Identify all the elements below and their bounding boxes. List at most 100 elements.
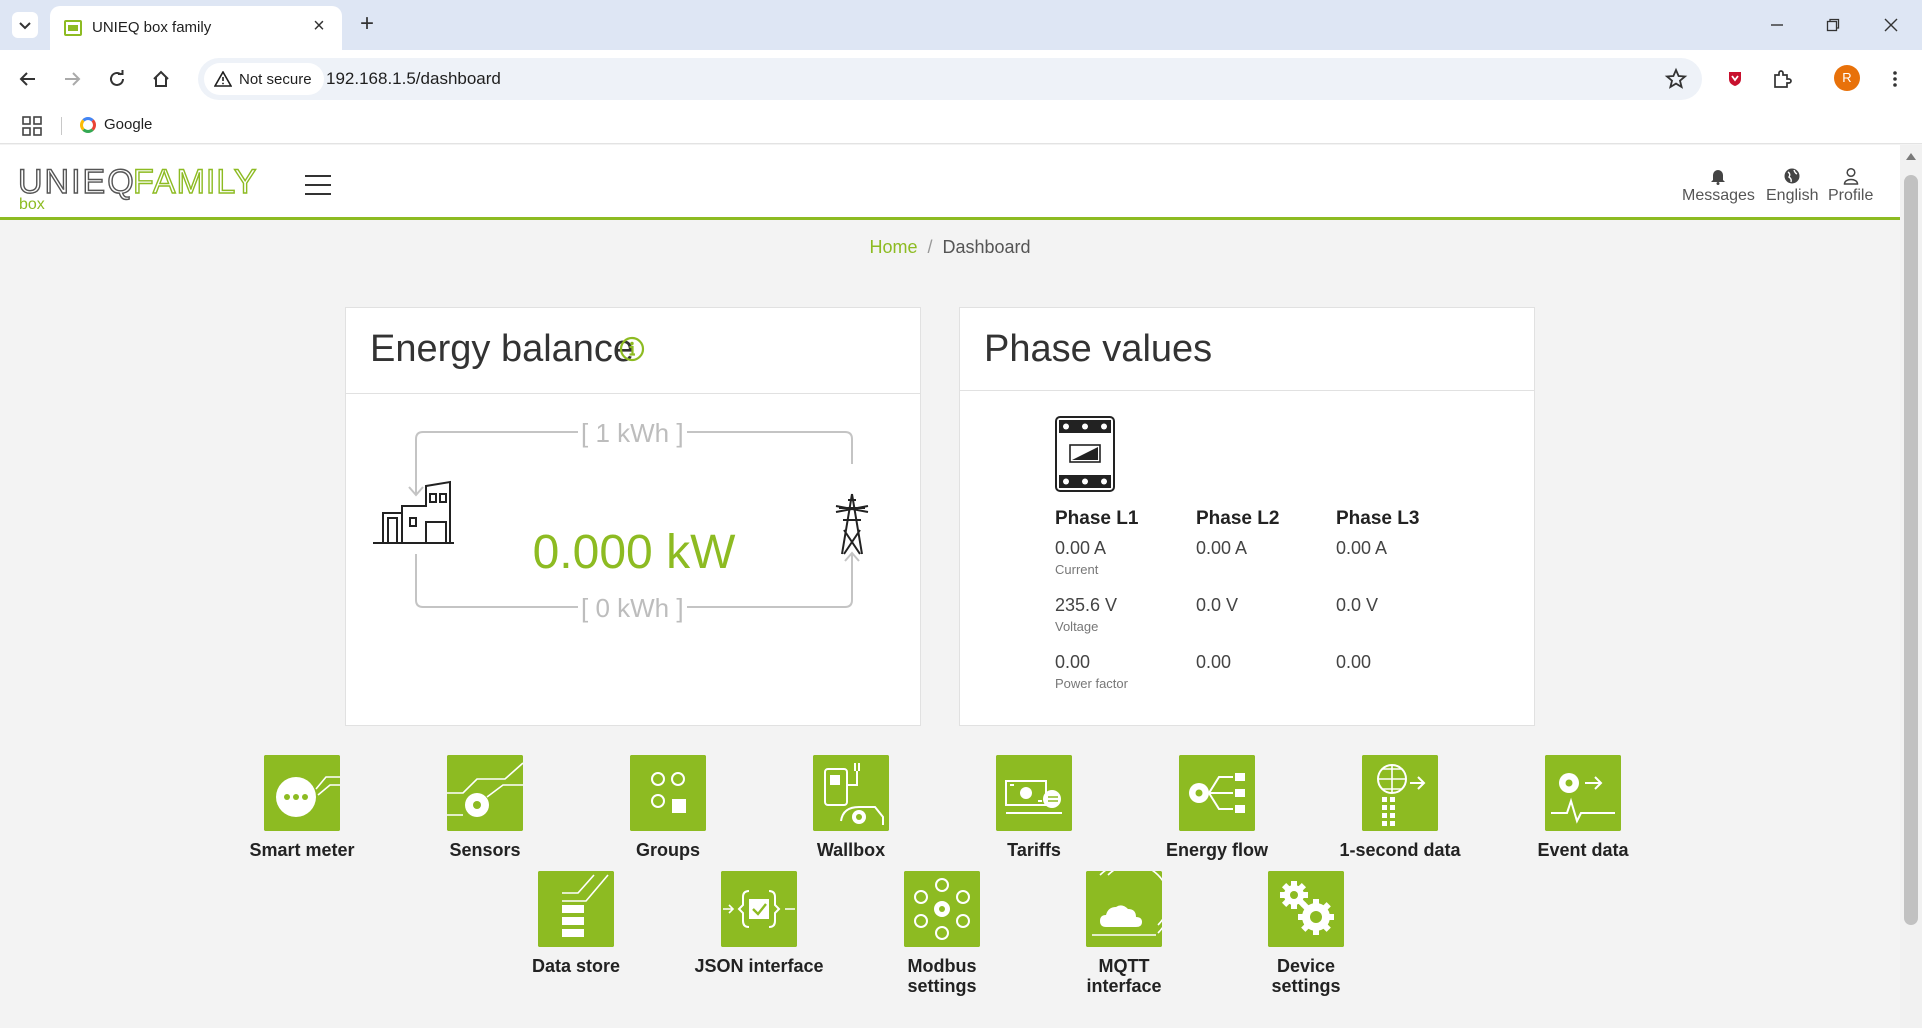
energy-flow-icon bbox=[1179, 755, 1255, 831]
tile-smart-meter[interactable]: Smart meter bbox=[212, 755, 392, 860]
security-label: Not secure bbox=[239, 70, 312, 88]
scroll-up-arrow-icon[interactable] bbox=[1906, 153, 1916, 160]
device-settings-icon bbox=[1268, 871, 1344, 947]
tile-device-settings[interactable]: Device settings bbox=[1216, 871, 1396, 996]
tile-sensors[interactable]: Sensors bbox=[395, 755, 575, 860]
back-button[interactable] bbox=[13, 64, 43, 94]
tile-json-interface[interactable]: JSON interface bbox=[669, 871, 849, 976]
phase-l2-heading: Phase L2 bbox=[1196, 508, 1280, 529]
breadcrumb-home[interactable]: Home bbox=[869, 237, 917, 257]
browser-tab[interactable]: UNIEQ box family × bbox=[50, 6, 342, 50]
extension-shield-button[interactable] bbox=[1720, 64, 1750, 94]
logo-word-family: FAMILY bbox=[133, 163, 257, 201]
phase-l2-power-factor: 0.00 bbox=[1196, 652, 1232, 672]
browser-toolbar: Not secure 192.168.1.5/dashboard R bbox=[0, 50, 1922, 108]
security-chip[interactable]: Not secure bbox=[204, 63, 324, 95]
tile-label: Device settings bbox=[1271, 956, 1341, 996]
tile-groups[interactable]: Groups bbox=[578, 755, 758, 860]
energy-balance-card: Energy balance [ 1 kWh ] [ 0 kWh ] 0.000… bbox=[345, 307, 921, 726]
info-icon[interactable] bbox=[618, 335, 646, 363]
reload-button[interactable] bbox=[102, 64, 132, 94]
profile-button[interactable]: Profile bbox=[1828, 167, 1873, 205]
tile-one-second-data[interactable]: 1-second data bbox=[1310, 755, 1490, 860]
extensions-button[interactable] bbox=[1767, 64, 1797, 94]
new-tab-button[interactable]: + bbox=[354, 12, 380, 38]
tile-mqtt-interface[interactable]: MQTT interface bbox=[1034, 871, 1214, 996]
phase-l2-column: Phase L2 0.00 A 0.0 V 0.00 bbox=[1196, 508, 1336, 674]
app-page: UNIEQ FAMILY box Messages English Profil… bbox=[0, 145, 1900, 1028]
tile-label: Sensors bbox=[449, 840, 521, 860]
minimize-window-button[interactable] bbox=[1762, 10, 1792, 40]
phase-values-title: Phase values bbox=[984, 328, 1213, 370]
restore-icon bbox=[1826, 18, 1840, 32]
tile-label: Smart meter bbox=[249, 840, 355, 860]
close-icon bbox=[1884, 18, 1898, 32]
phase-l1-heading: Phase L1 bbox=[1055, 508, 1139, 529]
close-tab-icon[interactable]: × bbox=[308, 16, 330, 38]
puzzle-icon bbox=[1774, 70, 1792, 88]
url-text[interactable]: 192.168.1.5/dashboard bbox=[326, 69, 501, 89]
phase-l2-current: 0.00 A bbox=[1196, 538, 1248, 558]
current-label: Current bbox=[1055, 562, 1099, 577]
tile-tariffs[interactable]: Tariffs bbox=[944, 755, 1124, 860]
arrow-left-icon bbox=[19, 72, 35, 86]
one-second-data-icon bbox=[1362, 755, 1438, 831]
tile-wallbox[interactable]: Wallbox bbox=[761, 755, 941, 860]
import-energy-label: [ 1 kWh ] bbox=[578, 418, 687, 449]
tile-modbus-settings[interactable]: Modbus settings bbox=[852, 871, 1032, 996]
bookmark-google[interactable]: Google bbox=[80, 116, 152, 133]
bookmark-google-label: Google bbox=[104, 116, 153, 133]
address-bar[interactable]: Not secure 192.168.1.5/dashboard bbox=[198, 58, 1702, 100]
smart-meter-icon bbox=[264, 755, 340, 831]
energy-balance-header: Energy balance bbox=[346, 308, 920, 394]
data-store-icon bbox=[538, 871, 614, 947]
hamburger-menu-button[interactable] bbox=[305, 175, 331, 195]
forward-button[interactable] bbox=[57, 64, 87, 94]
app-header: UNIEQ FAMILY box Messages English Profil… bbox=[0, 145, 1900, 220]
phase-l1-voltage: 235.6 V bbox=[1055, 595, 1118, 615]
phase-l1-column: Phase L1 0.00 A Current 235.6 V Voltage … bbox=[1055, 508, 1195, 709]
phase-l2-voltage: 0.0 V bbox=[1196, 595, 1239, 615]
close-window-button[interactable] bbox=[1876, 10, 1906, 40]
tile-label: JSON interface bbox=[694, 956, 824, 976]
wallbox-icon bbox=[813, 755, 889, 831]
shield-extension-icon bbox=[1729, 72, 1741, 86]
minimize-icon bbox=[1771, 24, 1783, 26]
bookmark-star-icon[interactable] bbox=[1664, 67, 1688, 91]
tile-label: Data store bbox=[531, 956, 621, 976]
globe-icon bbox=[1784, 168, 1800, 184]
browser-menu-button[interactable] bbox=[1880, 64, 1910, 94]
page-scrollbar[interactable] bbox=[1900, 145, 1922, 1028]
apps-grid-icon[interactable] bbox=[22, 116, 42, 136]
breadcrumb-separator: / bbox=[927, 237, 933, 257]
user-icon bbox=[1843, 167, 1858, 185]
scroll-thumb[interactable] bbox=[1904, 175, 1918, 925]
tile-label: Wallbox bbox=[816, 840, 886, 860]
tab-search-button[interactable] bbox=[12, 12, 38, 38]
messages-button[interactable]: Messages bbox=[1682, 167, 1755, 205]
kebab-menu-icon bbox=[1893, 71, 1897, 87]
profile-avatar[interactable]: R bbox=[1834, 65, 1860, 91]
phase-l1-power-factor: 0.00 bbox=[1055, 652, 1091, 672]
home-button[interactable] bbox=[146, 64, 176, 94]
restore-window-button[interactable] bbox=[1818, 10, 1848, 40]
unieq-family-logo[interactable]: UNIEQ FAMILY box bbox=[18, 159, 268, 209]
language-button[interactable]: English bbox=[1766, 167, 1818, 205]
power-factor-label: Power factor bbox=[1055, 676, 1128, 691]
tile-event-data[interactable]: Event data bbox=[1493, 755, 1673, 860]
warning-icon bbox=[214, 71, 232, 87]
phase-values-card: Phase values Phase L1 0.00 A Current 235… bbox=[959, 307, 1535, 726]
chevron-down-icon bbox=[19, 22, 31, 30]
event-data-icon bbox=[1545, 755, 1621, 831]
home-icon bbox=[153, 70, 169, 87]
arrow-right-icon bbox=[65, 72, 81, 86]
google-logo-icon bbox=[80, 116, 96, 133]
browser-tabstrip: UNIEQ box family × + bbox=[0, 0, 1922, 50]
tariffs-icon bbox=[996, 755, 1072, 831]
tile-label: 1-second data bbox=[1339, 840, 1461, 860]
logo-sub: box bbox=[19, 196, 45, 209]
tile-energy-flow[interactable]: Energy flow bbox=[1127, 755, 1307, 860]
tile-label: MQTT interface bbox=[1086, 956, 1162, 996]
tile-data-store[interactable]: Data store bbox=[486, 871, 666, 976]
phase-l3-power-factor: 0.00 bbox=[1336, 652, 1372, 672]
